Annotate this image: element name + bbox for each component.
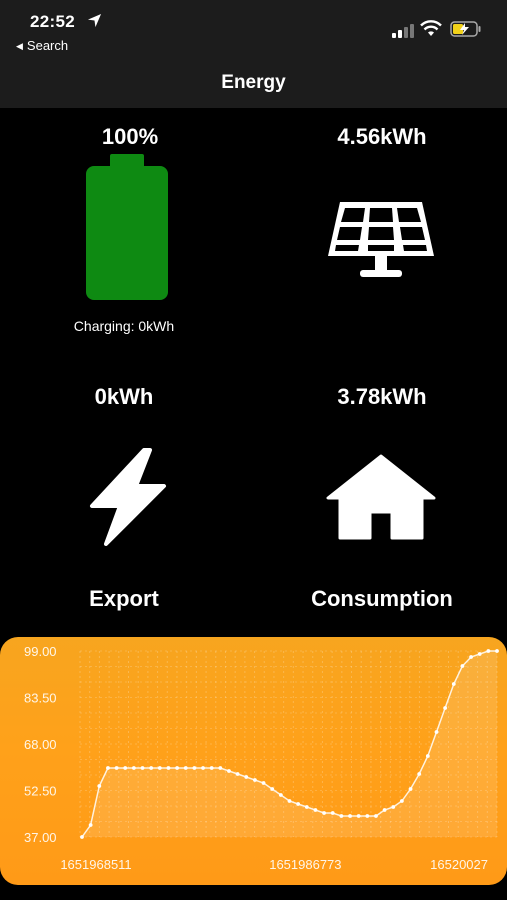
- y-tick-label: 68.00: [24, 737, 57, 752]
- export-label: Export: [89, 586, 159, 611]
- data-point: [356, 814, 361, 818]
- data-point: [244, 775, 249, 779]
- data-point: [287, 799, 292, 803]
- export-value: 0kWh: [94, 384, 154, 409]
- data-point: [460, 664, 465, 668]
- data-point: [477, 652, 482, 656]
- y-tick-label: 37.00: [24, 830, 57, 845]
- data-point: [322, 811, 326, 815]
- data-point: [451, 682, 456, 686]
- battery-level-graphic: [86, 154, 168, 302]
- data-point: [123, 766, 128, 770]
- wifi-icon: [420, 20, 442, 36]
- data-point: [88, 823, 93, 827]
- page-title: Energy: [221, 72, 286, 93]
- data-point: [97, 784, 102, 788]
- chart-canvas: 99.00 83.50 68.00 52.50 37.001651968511 16519…: [24, 644, 499, 872]
- solar-panel-icon: [328, 202, 434, 277]
- nav-bar: Energy: [0, 62, 507, 108]
- data-point: [235, 772, 240, 776]
- data-point: [469, 655, 473, 659]
- data-point: [434, 730, 439, 734]
- data-point: [131, 766, 136, 770]
- data-point: [106, 766, 110, 770]
- data-point: [443, 706, 448, 710]
- data-point: [209, 766, 214, 770]
- data-point: [425, 754, 430, 758]
- data-point: [278, 793, 283, 797]
- data-point: [339, 814, 344, 818]
- y-tick-label: 52.50: [24, 784, 57, 799]
- data-point: [304, 805, 309, 809]
- data-point: [486, 649, 491, 653]
- status-time: 22:52: [30, 12, 75, 31]
- data-point: [270, 787, 275, 791]
- data-point: [157, 766, 162, 770]
- lightning-bolt-icon: [90, 448, 166, 546]
- back-label: Search: [26, 38, 69, 53]
- x-tick-label: 16520027: [430, 857, 488, 872]
- charging-status: Charging: 0kWh: [73, 318, 175, 334]
- data-point: [365, 814, 370, 818]
- consumption-label: Consumption: [311, 586, 453, 611]
- data-point: [80, 835, 84, 839]
- data-point: [192, 766, 197, 770]
- data-point: [374, 814, 378, 818]
- data-point: [140, 766, 145, 770]
- back-to-search-link[interactable]: ◀ Search: [16, 38, 68, 53]
- status-bar: 22:52 ◀ Search: [0, 0, 507, 62]
- y-tick-label: 99.00: [24, 644, 57, 659]
- signal-icon: [392, 24, 414, 38]
- data-point: [399, 799, 404, 803]
- location-arrow-icon: [87, 13, 102, 28]
- data-point: [175, 766, 180, 770]
- data-point: [227, 769, 231, 773]
- data-point: [382, 808, 387, 812]
- data-point: [330, 811, 335, 815]
- battery-charging-icon: [450, 21, 481, 37]
- data-point: [114, 766, 119, 770]
- back-triangle-icon: ◀: [16, 41, 23, 51]
- consumption-value: 3.78kWh: [337, 384, 427, 409]
- battery-percent: 100%: [101, 124, 159, 149]
- energy-dashboard: 100% Charging: 0kWh 4.56kWh 0kWh Export …: [0, 108, 507, 636]
- data-point: [348, 814, 352, 818]
- data-point: [495, 649, 499, 653]
- data-point: [261, 781, 266, 785]
- data-point: [417, 772, 422, 776]
- data-point: [296, 802, 301, 806]
- data-point: [218, 766, 223, 770]
- series-area: [82, 651, 497, 837]
- data-point: [313, 808, 318, 812]
- x-tick-label: 1651986773: [269, 857, 341, 872]
- data-point: [149, 766, 154, 770]
- data-point: [408, 787, 413, 791]
- data-point: [166, 766, 171, 770]
- data-point: [201, 766, 205, 770]
- house-icon: [326, 454, 436, 540]
- x-tick-label: 1651968511: [60, 857, 131, 872]
- energy-line-chart: 99.00 83.50 68.00 52.50 37.00 1651968511 16519…: [0, 637, 507, 885]
- data-point: [391, 805, 396, 809]
- data-point: [253, 778, 257, 782]
- y-tick-label: 83.50: [24, 691, 57, 706]
- solar-production-value: 4.56kWh: [337, 124, 427, 149]
- data-point: [183, 766, 188, 770]
- battery-body: [86, 166, 168, 300]
